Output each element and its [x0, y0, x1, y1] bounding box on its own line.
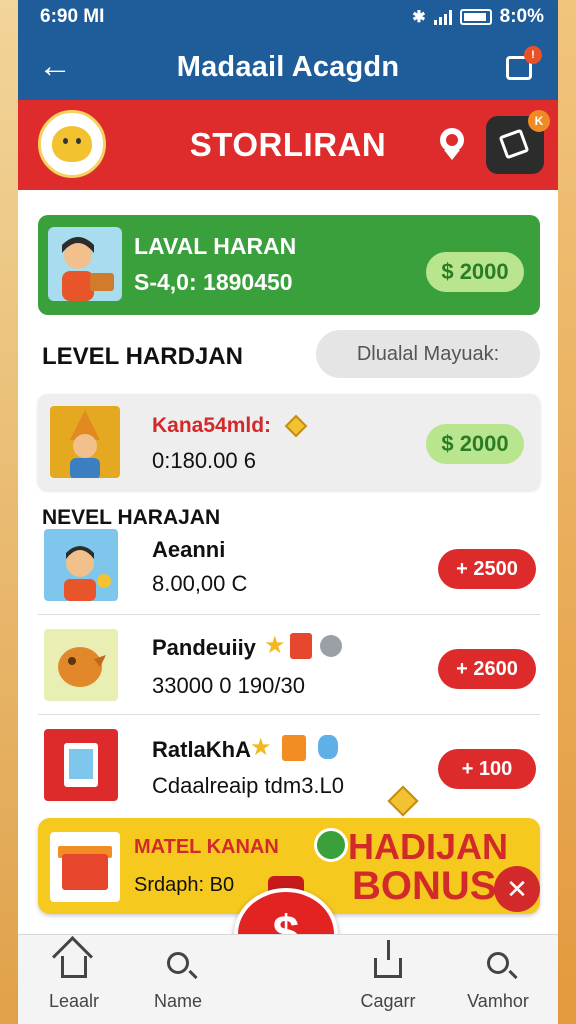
- mascot-icon: [52, 126, 92, 162]
- bluetooth-icon: ✱: [412, 9, 426, 26]
- bonus-title: MATEL KANAN: [134, 836, 279, 858]
- item-name: Aeanni: [152, 537, 226, 562]
- star-icon: ★: [264, 632, 286, 659]
- nav-item-search[interactable]: Vamhor: [458, 945, 538, 1012]
- item-value: 8.00,00 C: [152, 571, 248, 596]
- item-thumbnail: [44, 529, 118, 601]
- bonus-subtitle: Srdaph: B0: [134, 874, 235, 896]
- item-price-button[interactable]: + 100: [438, 749, 536, 789]
- search-icon: [167, 952, 189, 974]
- page-title: Madaail Acagdn: [176, 50, 400, 83]
- list-item[interactable]: RatlaKhA ★ Cdaalreaip tdm3.L0 + 100: [38, 715, 540, 815]
- edit-badge: K: [528, 110, 550, 132]
- battery-icon: [459, 9, 492, 25]
- list-item[interactable]: Pandeuiiy ★ 33000 0 190/30 + 2600: [38, 615, 540, 715]
- award-icon[interactable]: [436, 128, 468, 160]
- gift-icon: [50, 832, 120, 902]
- hero-card[interactable]: LAVAL HARAN S-4,0: 1890450 $ 2000: [38, 215, 540, 315]
- nav-item-name[interactable]: Name: [138, 945, 218, 1012]
- app-bar: ← Madaail Acagdn !: [18, 34, 558, 100]
- drop-icon: [318, 735, 338, 759]
- avatar: [48, 227, 122, 301]
- item-price-button[interactable]: + 2600: [438, 649, 536, 689]
- item-thumbnail: [44, 729, 118, 801]
- background-right: [556, 0, 576, 1024]
- hero-value: S-4,0: 1890450: [134, 269, 293, 295]
- gift-icon: [290, 633, 312, 659]
- item-name: Pandeuiiy: [152, 635, 256, 660]
- search-icon: [487, 952, 509, 974]
- nav-label: Name: [153, 991, 202, 1011]
- bottom-nav: Leaalr Name Cagarr Vamhor: [18, 934, 558, 1024]
- gem-icon: [284, 414, 308, 438]
- item-value: 0:180.00 6: [152, 448, 256, 473]
- hero-title: LAVAL HARAN: [134, 233, 297, 259]
- nav-label: Cagarr: [360, 991, 416, 1011]
- leaf-icon: [314, 828, 348, 862]
- signal-icon: [433, 9, 452, 25]
- featured-price-button[interactable]: $ 2000: [426, 424, 524, 464]
- upload-icon: [374, 940, 402, 978]
- coin-icon: [320, 635, 342, 657]
- section-title: LEVEL HARDJAN: [42, 343, 243, 370]
- arrow-left-icon: ←: [38, 47, 72, 85]
- item-thumbnail: [50, 406, 120, 478]
- store-logo[interactable]: [38, 110, 106, 178]
- list-item[interactable]: Aeanni 8.00,00 C + 2500: [38, 515, 540, 615]
- background-left: [0, 0, 20, 1024]
- nav-item-home[interactable]: Leaalr: [34, 945, 114, 1012]
- home-icon: [61, 956, 87, 978]
- bonus-headline-2: BONUS: [352, 864, 497, 908]
- item-value: Cdaalreaip tdm3.L0: [152, 773, 345, 798]
- store-title: STORLIRAN: [189, 126, 387, 163]
- star-icon: ★: [250, 734, 272, 761]
- item-name: RatlaKhA: [152, 737, 252, 762]
- nav-label: Vamhor: [467, 991, 529, 1011]
- battery-percent: 8:0%: [499, 6, 544, 27]
- item-price-button[interactable]: + 2500: [438, 549, 536, 589]
- featured-item[interactable]: Kana54mld: 0:180.00 6 $ 2000: [38, 394, 540, 490]
- item-name: Kana54mld:: [152, 414, 272, 437]
- close-icon: ✕: [506, 874, 528, 904]
- edit-icon: [498, 128, 530, 160]
- gift-icon: [282, 735, 306, 761]
- store-header: STORLIRAN K: [18, 100, 558, 190]
- item-thumbnail: [44, 629, 118, 701]
- nav-label: Leaalr: [48, 991, 100, 1011]
- status-time: 6:90 MI: [40, 6, 105, 27]
- close-button[interactable]: ✕: [494, 866, 540, 912]
- notification-badge: !: [524, 46, 542, 64]
- nav-item-upload[interactable]: Cagarr: [348, 940, 428, 1012]
- bonus-headline: HADIJAN: [348, 826, 509, 867]
- search-input[interactable]: Dlualal Mayuak:: [316, 330, 540, 378]
- share-button[interactable]: !: [502, 46, 542, 84]
- item-value: 33000 0 190/30: [152, 673, 305, 698]
- status-bar: 6:90 MI ✱ 8:0%: [18, 0, 558, 34]
- status-icons: ✱ 8:0%: [412, 6, 544, 28]
- phone-screen: 6:90 MI ✱ 8:0% ← Madaail Acagdn ! STORLI…: [18, 0, 558, 1024]
- edit-button[interactable]: K: [486, 110, 550, 174]
- hero-price-button[interactable]: $ 2000: [426, 252, 524, 292]
- back-button[interactable]: ←: [38, 46, 78, 86]
